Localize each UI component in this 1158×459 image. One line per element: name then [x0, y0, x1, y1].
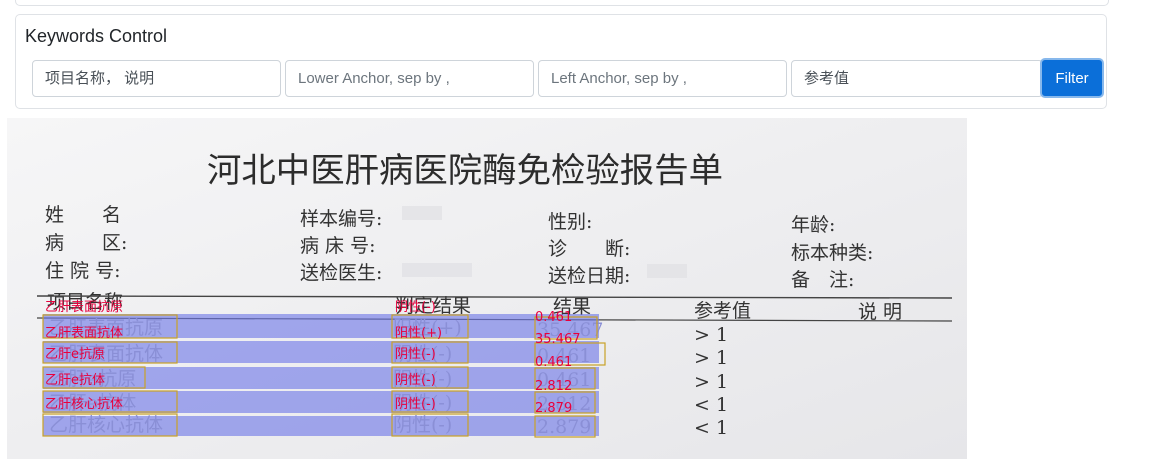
annotation-judge: 阴性(-): [395, 373, 436, 388]
keywords-control-title: Keywords Control: [25, 26, 168, 46]
lower-anchor-input[interactable]: [285, 60, 534, 97]
report-canvas: 河北中医肝病医院酶免检验报告单 姓 名 病 区: 住 院 号: 样本编号: 病 …: [7, 118, 967, 459]
keywords-control-card: Keywords Control Filter: [15, 14, 1107, 109]
annotation-judge: 阴性(-): [395, 300, 436, 315]
annotation-judge: 阴性(-): [395, 397, 436, 412]
col-header-ref: 参考值: [694, 300, 751, 322]
field-date: 送检日期:: [548, 265, 630, 287]
redaction-mark: [647, 264, 687, 278]
previous-card: [15, 0, 1109, 6]
annotation-result: 2.879: [535, 401, 572, 416]
annotation-name: 乙肝表面抗体: [45, 326, 123, 341]
field-diagnosis: 诊 断:: [548, 238, 630, 260]
reference-value-input[interactable]: [791, 60, 1043, 97]
row-judge: 阴性(-): [393, 414, 452, 436]
annotation-judge: 阴性(-): [395, 347, 436, 362]
field-doctor: 送检医生:: [300, 262, 382, 284]
field-name: 姓 名: [45, 204, 121, 226]
row-ref: < 1: [694, 417, 728, 439]
annotation-name: 乙肝e抗原: [45, 347, 105, 362]
annotation-result: 0.461: [535, 355, 572, 370]
annotation-result: 2.812: [535, 379, 572, 394]
field-sample-no: 样本编号:: [300, 208, 382, 230]
left-anchor-input[interactable]: [538, 60, 787, 97]
col-header-note: 说 明: [858, 301, 902, 323]
row-ref: < 1: [694, 394, 728, 416]
report-image: 河北中医肝病医院酶免检验报告单 姓 名 病 区: 住 院 号: 样本编号: 病 …: [7, 118, 967, 459]
project-name-input[interactable]: [32, 60, 281, 97]
field-bed-no: 病 床 号:: [300, 235, 375, 257]
redaction-mark: [402, 263, 472, 277]
field-ward: 病 区:: [45, 232, 127, 254]
annotation-name: 乙肝核心抗体: [45, 397, 123, 412]
field-specimen: 标本种类:: [791, 242, 873, 264]
field-remarks: 备 注:: [791, 269, 854, 291]
field-admission-no: 住 院 号:: [45, 260, 120, 282]
row-result: 2.879: [537, 416, 591, 438]
field-sex: 性别:: [548, 211, 592, 233]
annotation-name: 乙肝表面抗原: [45, 300, 123, 315]
annotation-name: 乙肝e抗体: [45, 373, 105, 388]
annotation-result: 35.467: [535, 332, 581, 347]
annotation-result: 0.461: [535, 310, 572, 325]
annotation-judge: 阳性(+): [395, 326, 442, 341]
field-age: 年龄:: [791, 214, 835, 236]
report-title: 河北中医肝病医院酶免检验报告单: [207, 151, 723, 191]
redaction-mark: [402, 206, 442, 220]
row-ref: > 1: [694, 371, 728, 393]
filter-button[interactable]: Filter: [1040, 58, 1104, 98]
row-item-name: 乙肝核心抗体: [49, 414, 163, 436]
row-ref: > 1: [694, 347, 728, 369]
row-ref: > 1: [694, 324, 728, 346]
